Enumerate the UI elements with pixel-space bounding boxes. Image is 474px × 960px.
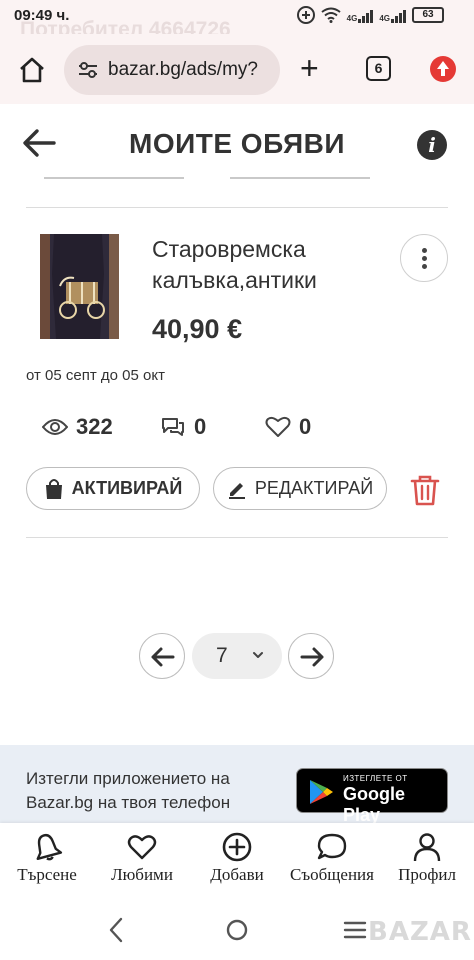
network-1-label: 4G [346,14,358,23]
system-recents-icon[interactable] [343,920,367,940]
pencil-icon [228,482,245,499]
tab-switcher-button[interactable]: 6 [366,56,391,81]
info-icon[interactable]: i [417,130,447,160]
nav-label-messages[interactable]: Съобщения [285,865,379,885]
google-play-big-text: Google Play [343,784,405,825]
listing-title[interactable]: Старовремска калъвка,антики [152,234,392,296]
listing-photo [40,234,119,339]
messages-stat: 0 [160,414,206,440]
nav-label-favorites[interactable]: Любими [95,865,189,885]
user-icon [413,833,441,862]
eye-icon [42,419,68,435]
divider [26,537,448,538]
app-download-banner: Изтегли приложението на Bazar.bg на твоя… [0,745,474,825]
bell-icon [36,833,63,861]
activate-button[interactable]: АКТИВИРАЙ [26,467,200,510]
activate-label[interactable]: АКТИВИРАЙ [72,478,183,499]
plus-circle-icon [222,832,252,862]
signal-1-icon: 4G [347,7,374,23]
page-title: МОИТЕ ОБЯВИ [129,128,345,159]
messages-count: 0 [194,414,207,439]
system-back-icon[interactable] [108,917,124,943]
shopping-bag-icon [45,478,62,499]
chevron-down-icon [253,652,263,658]
signal-2-icon: 4G [379,7,406,23]
favorites-count: 0 [299,414,312,439]
google-play-badge[interactable]: ИЗТЕГЛЕТЕ ОТ Google Play [296,768,448,825]
chat-icon [317,833,347,860]
messages-icon [162,418,184,436]
arrow-left-icon [151,647,175,667]
more-options-button[interactable] [400,234,448,282]
status-bar: Потребител 4664726 09:49 ч. 4G 4G 63 [0,0,474,41]
listing-title-line-1[interactable]: Старовремска [152,234,392,265]
nav-label-profile[interactable]: Профил [380,865,474,885]
listing-price: 40,90 € [152,314,243,344]
views-stat: 322 [42,414,113,440]
bottom-navigation: Търсене Любими Добави Съобщения Профил [0,823,474,903]
nav-label-add[interactable]: Добави [190,865,284,885]
home-icon[interactable] [18,56,46,84]
nav-item-messages[interactable]: Съобщения [285,831,379,885]
wifi-icon [321,7,341,23]
nav-item-search[interactable]: Търсене [0,831,94,885]
app-banner-line-2: Bazar.bg на твоя телефон [26,793,231,812]
edit-label[interactable]: РЕДАКТИРАЙ [255,478,373,499]
prev-page-button[interactable] [139,633,185,679]
app-banner-line-1: Изтегли приложението на [26,769,230,788]
listing-title-line-2[interactable]: калъвка,антики [152,265,392,296]
data-saver-icon [296,6,315,24]
page-value[interactable]: 7 [216,644,228,668]
divider [26,207,448,208]
page-header: МОИТЕ ОБЯВИ i [0,104,474,184]
listing-dates: от 05 септ до 05 окт [26,367,165,384]
url-text[interactable]: bazar.bg/ads/my? [108,59,276,81]
favorites-stat: 0 [265,414,311,440]
site-settings-icon[interactable] [78,61,98,79]
bazar-watermark: BAZAR [368,917,472,947]
url-bar[interactable]: bazar.bg/ads/my? [64,45,280,95]
battery-icon: 63 [412,7,444,23]
nav-item-profile[interactable]: Профил [380,831,474,885]
network-2-label: 4G [379,14,390,23]
update-icon[interactable] [430,56,456,82]
nav-label-search[interactable]: Търсене [0,865,94,885]
system-home-icon[interactable] [225,918,249,942]
browser-toolbar: bazar.bg/ads/my? + 6 [0,34,474,104]
new-tab-button[interactable]: + [300,52,319,84]
tab-underline-right [230,177,370,179]
page-select[interactable]: 7 [192,633,282,679]
heart-icon [127,835,157,860]
status-icons: 4G 4G 63 [296,6,444,24]
tab-underline-left [44,177,184,179]
system-navigation-bar: BAZAR [0,903,474,960]
app-banner-text: Изтегли приложението на Bazar.bg на твоя… [26,767,286,815]
listing-thumbnail[interactable] [40,234,119,339]
trash-icon[interactable] [408,473,442,507]
arrow-right-icon [300,647,324,667]
next-page-button[interactable] [288,633,334,679]
views-count: 322 [76,414,113,439]
status-time: 09:49 ч. [14,7,70,24]
nav-item-favorites[interactable]: Любими [95,831,189,885]
edit-button[interactable]: РЕДАКТИРАЙ [213,467,387,510]
google-play-icon [310,780,333,804]
google-play-small-text: ИЗТЕГЛЕТЕ ОТ [343,774,408,783]
nav-item-add[interactable]: Добави [190,831,284,885]
heart-outline-icon [265,416,291,437]
